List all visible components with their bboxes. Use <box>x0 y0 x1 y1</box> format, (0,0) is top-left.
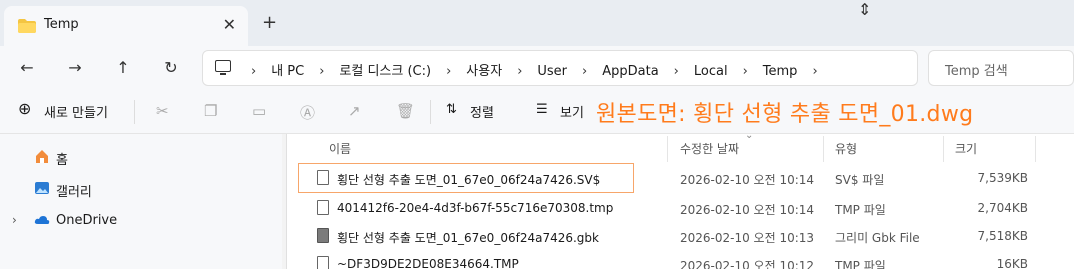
rename-icon[interactable]: Ⓐ <box>300 102 315 123</box>
tab-temp[interactable]: Temp ✕ <box>4 6 248 46</box>
new-tab-button[interactable]: + <box>262 12 277 33</box>
file-name: 401412f6-20e4-4d3f-b67f-55c716e70308.tmp <box>337 201 614 215</box>
file-type: TMP 파일 <box>835 203 886 217</box>
column-header-type[interactable]: 유형 <box>835 140 857 157</box>
forward-button[interactable]: → <box>62 55 88 81</box>
copy-icon[interactable]: ❐ <box>204 102 217 120</box>
breadcrumb-item[interactable]: 내 PC <box>271 60 304 79</box>
folder-icon <box>18 19 36 33</box>
file-size: 2,704KB <box>977 201 1028 215</box>
view-icon: ☰ <box>536 102 548 117</box>
file-size: 7,539KB <box>977 171 1028 185</box>
sort-icon: ⇅ <box>446 102 457 117</box>
back-button[interactable]: ← <box>14 55 40 81</box>
tab-close-icon[interactable]: ✕ <box>223 15 236 34</box>
file-icon <box>317 256 329 269</box>
overlay-annotation: 원본도면: 횡단 선형 추출 도면_01.dwg <box>596 102 974 127</box>
sidebar-item-label: 홈 <box>56 153 68 168</box>
new-button[interactable]: 새로 만들기 <box>44 102 108 121</box>
breadcrumb-item[interactable]: 사용자 <box>466 60 502 79</box>
search-input[interactable]: Temp 검색 <box>928 50 1074 86</box>
column-header-size[interactable]: 크기 <box>955 140 977 157</box>
file-date: 2026-02-10 오전 10:14 <box>680 203 815 217</box>
view-button[interactable]: 보기 <box>560 102 584 121</box>
sort-button[interactable]: 정렬 <box>470 102 494 121</box>
sort-chevron-icon: ⌄ <box>745 130 754 141</box>
breadcrumb-item[interactable]: Local <box>694 64 728 79</box>
breadcrumb: › 내 PC › 로컬 디스크 (C:) › 사용자 › User › AppData › Local… <box>251 60 833 79</box>
file-list: 이름 수정한 날짜 ⌄ 유형 크기 횡단 선형 추출 도면_01_67e0_06… <box>287 130 1074 269</box>
address-bar[interactable]: › 내 PC › 로컬 디스크 (C:) › 사용자 › User › AppData › Local… <box>202 50 918 86</box>
file-type: 그리미 Gbk File <box>835 231 920 245</box>
tab-strip: Temp ✕ + ⇕ <box>0 0 1074 46</box>
sidebar-item-gallery[interactable]: 갤러리 <box>0 176 282 204</box>
file-icon <box>317 200 329 215</box>
file-date: 2026-02-10 오전 10:12 <box>680 259 815 269</box>
new-icon: ⊕ <box>18 99 32 118</box>
home-icon <box>36 150 48 163</box>
column-headers: 이름 수정한 날짜 ⌄ 유형 크기 <box>287 130 1074 162</box>
sidebar-item-label: OneDrive <box>56 213 118 228</box>
breadcrumb-item[interactable]: 로컬 디스크 (C:) <box>339 60 431 79</box>
computer-icon <box>215 60 231 75</box>
file-date: 2026-02-10 오전 10:14 <box>680 173 815 187</box>
file-date: 2026-02-10 오전 10:13 <box>680 231 815 245</box>
sidebar: 홈 갤러리 › OneDrive <box>0 134 282 269</box>
file-size: 7,518KB <box>977 229 1028 243</box>
breadcrumb-item[interactable]: AppData <box>602 64 658 79</box>
column-header-name[interactable]: 이름 <box>329 140 351 157</box>
file-name: 횡단 선형 추출 도면_01_67e0_06f24a7426.gbk <box>337 231 599 245</box>
gbk-file-icon <box>317 228 329 243</box>
resize-cursor-icon: ⇕ <box>858 0 872 19</box>
table-row-details: 2026-02-10 오전 10:14 SV$ 파일 7,539KB <box>287 164 1074 192</box>
gallery-icon <box>35 182 49 194</box>
file-type: TMP 파일 <box>835 259 886 269</box>
refresh-button[interactable]: ↻ <box>158 55 184 81</box>
chevron-right-icon[interactable]: › <box>12 213 17 227</box>
breadcrumb-item[interactable]: User <box>537 64 567 79</box>
sidebar-item-onedrive[interactable]: › OneDrive <box>0 208 282 236</box>
up-button[interactable]: ↑ <box>110 55 136 81</box>
file-size: 16KB <box>996 257 1028 269</box>
share-icon[interactable]: ↗ <box>348 102 361 120</box>
tab-title: Temp <box>44 17 79 32</box>
breadcrumb-item[interactable]: Temp <box>763 64 798 79</box>
delete-icon[interactable]: 🗑 <box>396 102 415 120</box>
file-type: SV$ 파일 <box>835 173 885 187</box>
table-row[interactable]: ~DF3D9DE2DE08E34664.TMP 2026-02-10 오전 10… <box>287 250 1074 269</box>
column-header-date[interactable]: 수정한 날짜 <box>680 140 739 157</box>
navigation-bar: ← → ↑ ↻ › 내 PC › 로컬 디스크 (C:) › 사용자 › User › AppDa… <box>0 46 1074 90</box>
cut-icon[interactable]: ✂ <box>156 102 169 120</box>
sidebar-item-home[interactable]: 홈 <box>0 144 282 172</box>
paste-icon[interactable]: ▭ <box>252 102 266 120</box>
sidebar-item-label: 갤러리 <box>56 185 92 200</box>
file-name: ~DF3D9DE2DE08E34664.TMP <box>337 257 519 269</box>
table-row[interactable]: 401412f6-20e4-4d3f-b67f-55c716e70308.tmp… <box>287 194 1074 222</box>
cloud-icon <box>34 216 50 224</box>
search-placeholder: Temp 검색 <box>945 64 1008 79</box>
table-row[interactable]: 횡단 선형 추출 도면_01_67e0_06f24a7426.gbk 2026-… <box>287 222 1074 250</box>
